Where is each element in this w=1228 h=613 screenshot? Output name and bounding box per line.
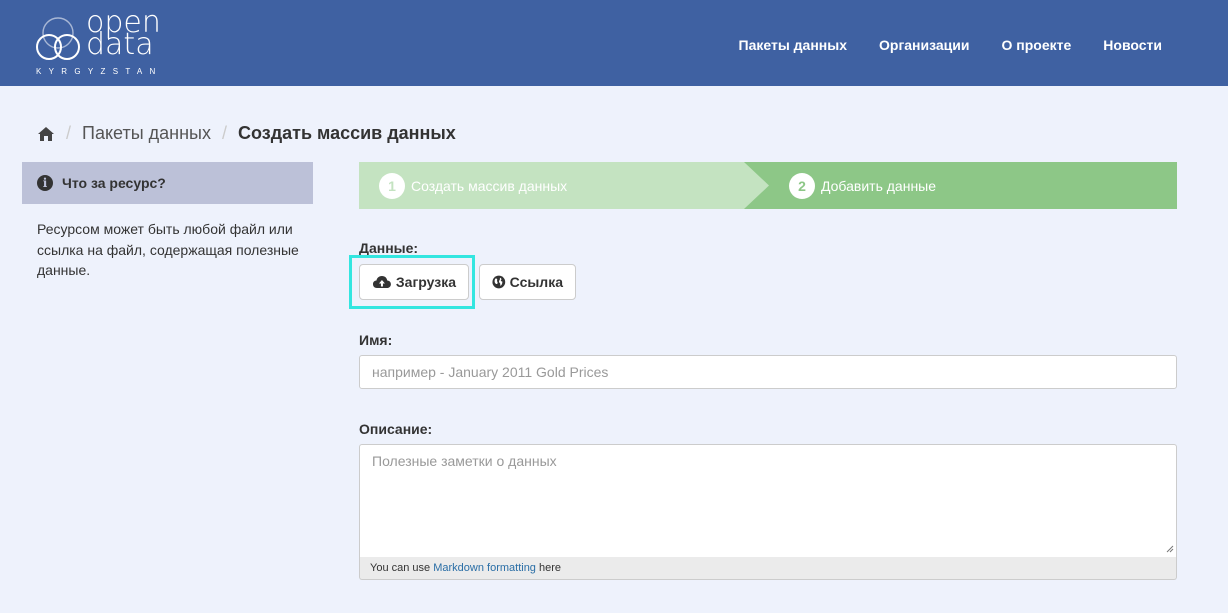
data-label: Данные: xyxy=(359,240,419,256)
nav-about[interactable]: О проекте xyxy=(1002,37,1072,53)
upload-button[interactable]: Загрузка xyxy=(359,264,469,300)
stages-progress: 1 Создать массив данных 2 Добавить данны… xyxy=(359,162,1177,209)
description-textarea[interactable] xyxy=(359,444,1177,558)
globe-icon xyxy=(492,275,506,289)
breadcrumb-datasets[interactable]: Пакеты данных xyxy=(82,123,211,144)
description-label: Описание: xyxy=(359,421,433,437)
nav-news[interactable]: Новости xyxy=(1103,37,1162,53)
nav-datasets[interactable]: Пакеты данных xyxy=(739,37,848,53)
nav-organizations[interactable]: Организации xyxy=(879,37,970,53)
masthead: open data KYRGYZSTAN Пакеты данных Орган… xyxy=(0,0,1228,86)
main-nav: Пакеты данных Организации О проекте Ново… xyxy=(739,37,1163,53)
link-button[interactable]: Ссылка xyxy=(479,264,576,300)
sidebar-title: Что за ресурс? xyxy=(62,175,166,191)
breadcrumb-separator: / xyxy=(66,123,72,143)
name-label: Имя: xyxy=(359,332,393,348)
home-icon[interactable] xyxy=(37,126,55,142)
logo-text-data: data xyxy=(86,27,154,62)
link-button-label: Ссылка xyxy=(509,274,563,290)
sidebar-heading: i Что за ресурс? xyxy=(22,162,313,204)
markdown-formatting-link[interactable]: Markdown formatting xyxy=(433,562,536,574)
upload-button-label: Загрузка xyxy=(395,274,456,290)
stage-1-number: 1 xyxy=(379,173,405,199)
cloud-upload-icon xyxy=(372,276,391,288)
logo-subtitle: KYRGYZSTAN xyxy=(36,67,163,76)
stage-1-label: Создать массив данных xyxy=(411,178,568,194)
breadcrumb-current: Создать массив данных xyxy=(237,123,456,143)
breadcrumb-separator: / xyxy=(221,123,227,143)
resize-grip-icon[interactable] xyxy=(1166,545,1174,553)
site-logo[interactable]: open data KYRGYZSTAN xyxy=(34,8,184,78)
markdown-hint-suffix: here xyxy=(539,562,562,574)
logo-circles-icon xyxy=(36,17,80,60)
breadcrumb: / Пакеты данных / Создать массив данных xyxy=(37,123,456,144)
name-input[interactable] xyxy=(359,355,1177,389)
markdown-hint-prefix: You can use xyxy=(370,562,431,574)
info-icon: i xyxy=(37,175,53,191)
stage-2-label: Добавить данные xyxy=(821,178,937,194)
stage-2-number: 2 xyxy=(789,173,815,199)
markdown-hint: You can use Markdown formatting here xyxy=(359,545,1177,580)
sidebar-description: Ресурсом может быть любой файл или ссылк… xyxy=(37,221,299,278)
